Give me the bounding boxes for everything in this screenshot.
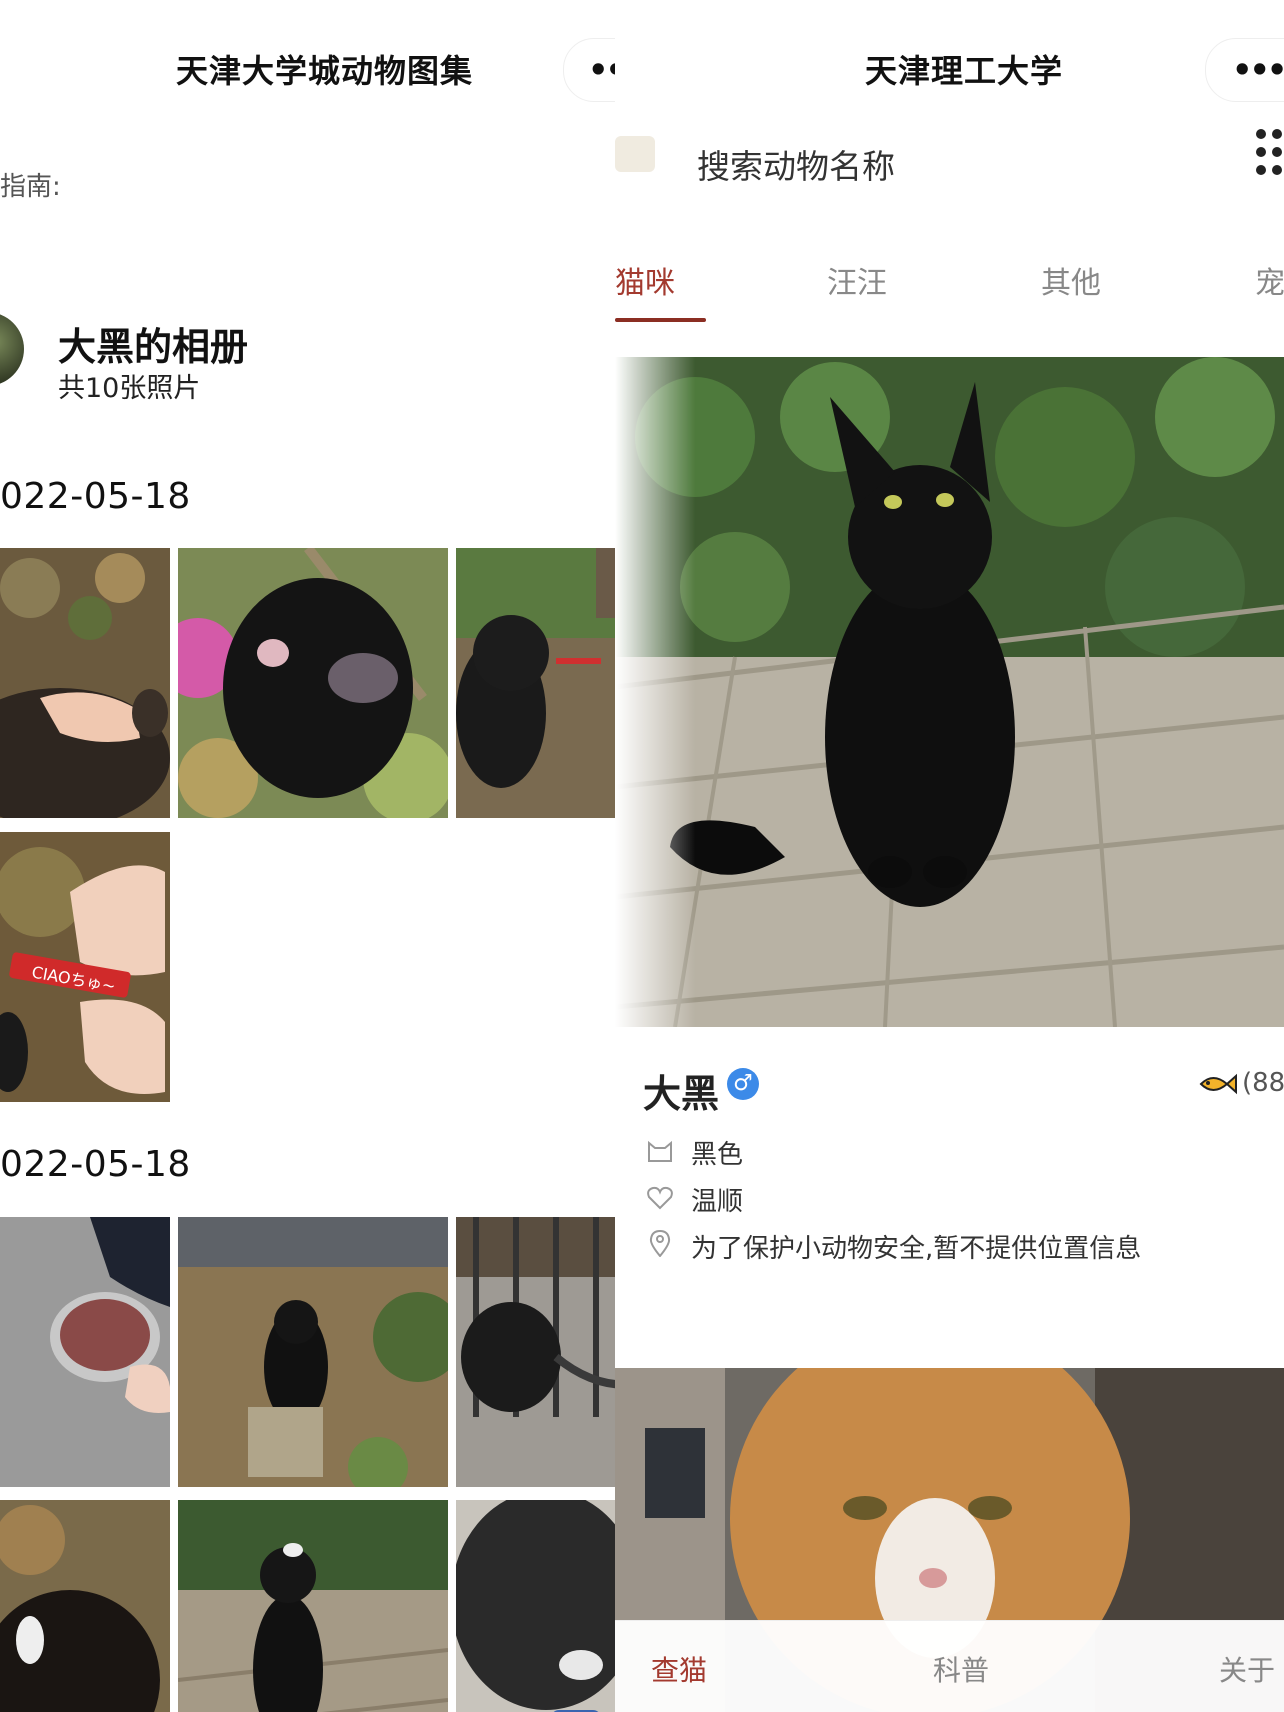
app-logo-icon — [615, 136, 655, 172]
photo-thumbnail[interactable] — [0, 548, 170, 818]
tab-dogs[interactable]: 汪汪 — [827, 258, 887, 302]
photo-date: 022-05-18 — [0, 476, 191, 517]
cat-face-icon — [643, 1139, 677, 1170]
album-title: 大黑的相册 — [58, 325, 249, 369]
photo-thumbnail[interactable]: CIAOちゅ~ — [0, 832, 170, 1102]
heart-icon — [643, 1186, 677, 1217]
more-icon[interactable]: ••• — [1232, 51, 1284, 89]
right-capsule-menu[interactable]: ••• — [1205, 38, 1284, 102]
album-screen: 天津大学城动物图集 ••• 指南: 大黑的相册 共10张照片 022-05-18 — [0, 0, 680, 1712]
cat-list-screen: 天津理工大学 ••• 搜索动物名称 猫咪 汪汪 其他 宠 大黑 ♂ (88 黑色… — [615, 0, 1284, 1712]
photo-date: 022-05-18 — [0, 1144, 191, 1185]
tab-about[interactable]: 关于 — [1219, 1649, 1275, 1689]
guide-label: 指南: — [0, 172, 61, 202]
temper-row: 温顺 — [643, 1181, 743, 1218]
tab-find-cat[interactable]: 查猫 — [651, 1649, 707, 1689]
photo-thumbnail[interactable] — [178, 548, 448, 818]
fish-icon[interactable] — [1197, 1072, 1237, 1096]
cat-photo[interactable] — [615, 357, 1284, 1027]
tab-others[interactable]: 其他 — [1041, 258, 1101, 302]
photo-thumbnail[interactable] — [0, 1500, 170, 1712]
right-page-title: 天津理工大学 — [865, 52, 1064, 90]
tab-pets[interactable]: 宠 — [1255, 258, 1284, 302]
male-icon: ♂ — [727, 1068, 759, 1100]
search-input[interactable]: 搜索动物名称 — [697, 140, 895, 188]
cat-name: 大黑 — [643, 1072, 720, 1116]
active-tab-indicator — [615, 318, 706, 322]
cat-temper: 温顺 — [691, 1187, 744, 1217]
location-row: 为了保护小动物安全,暂不提供位置信息 — [643, 1228, 1141, 1265]
location-pin-icon — [643, 1229, 677, 1264]
grid-menu-icon[interactable] — [1253, 128, 1283, 176]
tab-science[interactable]: 科普 — [933, 1649, 989, 1689]
photo-thumbnail[interactable] — [178, 1500, 448, 1712]
cat-location: 为了保护小动物安全,暂不提供位置信息 — [691, 1234, 1142, 1264]
album-photo-count: 共10张照片 — [58, 373, 201, 404]
tab-cats[interactable]: 猫咪 — [615, 258, 675, 302]
cat-color: 黑色 — [691, 1140, 744, 1170]
left-page-title: 天津大学城动物图集 — [176, 52, 474, 90]
avatar — [0, 312, 24, 386]
photo-thumbnail[interactable] — [178, 1217, 448, 1487]
rating-count: (88) — [1242, 1068, 1284, 1098]
photo-thumbnail[interactable] — [0, 1217, 170, 1487]
color-row: 黑色 — [643, 1134, 743, 1171]
